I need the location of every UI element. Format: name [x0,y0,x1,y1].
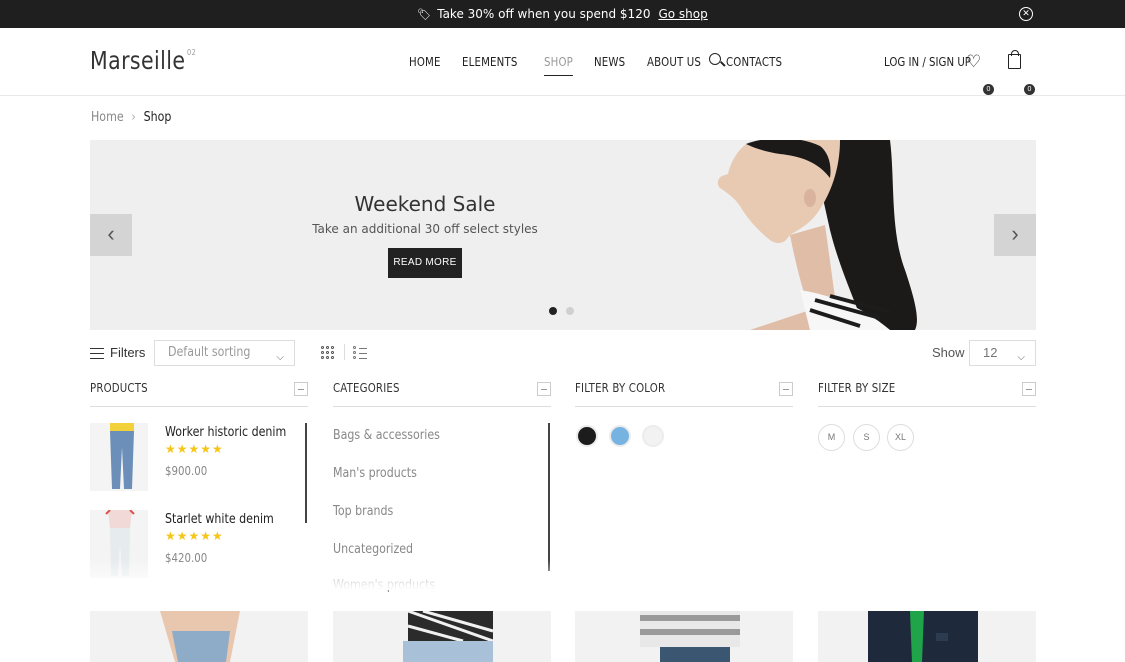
promo-link[interactable]: Go shop [658,7,707,21]
size-option-s[interactable]: S [853,424,880,451]
color-swatch-blue[interactable] [609,425,631,447]
sliders-icon [90,347,104,359]
color-filter-widget: FILTER BY COLOR [575,380,793,447]
next-slide-button[interactable]: › [994,214,1036,256]
chevron-right-icon: › [131,110,136,125]
product-card-image [403,611,494,662]
category-link[interactable]: Uncategorized [333,542,413,557]
chevron-left-icon: ‹ [107,221,115,246]
search-icon[interactable] [709,53,726,69]
chevron-down-icon: ⌵ [276,352,284,363]
scrollbar[interactable] [305,423,307,523]
logo[interactable]: Marseille 02 [90,46,196,75]
slider-dots [549,307,574,315]
hero-subtitle: Take an additional 30 off select styles [312,222,538,236]
color-swatch-white[interactable] [642,425,664,447]
nav-about-us[interactable]: ABOUT US [647,55,701,76]
show-label: Show [932,345,965,360]
product-card-image [868,611,978,662]
widget-header: FILTER BY COLOR [575,380,793,407]
widget-title: FILTER BY SIZE [818,381,896,395]
widget-title: CATEGORIES [333,381,400,395]
product-card-image [160,611,240,662]
grid-view-icon[interactable] [321,346,334,359]
divider [344,344,345,360]
star-rating-icon: ★★★★★ [165,442,224,456]
size-filter-widget: FILTER BY SIZE M S XL [818,380,1036,451]
color-swatch-black[interactable] [576,425,598,447]
categories-widget: CATEGORIES Bags & accessories Man's prod… [333,380,551,593]
read-more-button[interactable]: READ MORE [388,248,462,278]
widget-title: PRODUCTS [90,381,148,395]
slide-dot-2[interactable] [566,307,574,315]
product-card[interactable] [333,611,551,662]
per-page-select[interactable]: 12 ⌵ [969,340,1036,366]
star-rating-icon: ★★★★★ [165,529,224,543]
product-name[interactable]: Starlet white denim [165,512,274,527]
site-header: Marseille 02 HOME ELEMENTS SHOP NEWS ABOU… [0,28,1125,96]
filter-panel-fade [90,560,1036,590]
collapse-icon[interactable] [537,382,551,396]
promo-bar: 🏷 Take 30% off when you spend $120 Go sh… [0,0,1125,28]
breadcrumb-current: Shop [143,110,172,125]
widget-header: PRODUCTS [90,380,308,407]
nav-shop[interactable]: SHOP [543,55,573,76]
product-card[interactable] [90,611,308,662]
close-icon[interactable]: ✕ [1019,7,1033,21]
widget-header: FILTER BY SIZE [818,380,1036,407]
breadcrumb-home[interactable]: Home [91,110,124,125]
breadcrumb: Home › Shop [91,110,171,125]
product-price: $900.00 [165,464,208,478]
sort-select[interactable]: Default sorting ⌵ [154,340,295,366]
tag-icon: 🏷 [417,7,432,21]
product-card[interactable] [575,611,793,662]
hero-slider: Weekend Sale Take an additional 30 off s… [90,140,1036,330]
filters-toggle[interactable]: Filters [90,345,145,360]
category-link[interactable]: Bags & accessories [333,428,440,443]
login-signup-link[interactable]: LOG IN / SIGN UP [884,55,971,69]
nav-news[interactable]: NEWS [594,55,625,76]
slide-dot-1[interactable] [549,307,557,315]
main-nav: HOME ELEMENTS SHOP NEWS ABOUT US CONTACT… [409,55,808,76]
category-link[interactable]: Top brands [333,504,393,519]
product-name[interactable]: Worker historic denim [165,425,286,440]
chevron-down-icon: ⌵ [1017,352,1025,363]
per-page-value: 12 [983,345,998,360]
category-link[interactable]: Man's products [333,466,417,481]
products-widget: PRODUCTS Worker historic denim ★★★★★ $90… [90,380,308,578]
cart-count-badge: 0 [1024,84,1035,95]
nav-elements[interactable]: ELEMENTS [462,55,518,76]
list-view-icon[interactable] [353,346,367,359]
chevron-right-icon: › [1011,221,1019,246]
collapse-icon[interactable] [779,382,793,396]
size-option-xl[interactable]: XL [887,424,914,451]
collapse-icon[interactable] [1022,382,1036,396]
size-option-m[interactable]: M [818,424,845,451]
nav-contacts[interactable]: CONTACTS [726,55,782,76]
nav-home[interactable]: HOME [409,55,441,76]
product-card-image [640,611,740,662]
product-thumbnail [90,423,148,491]
product-item[interactable]: Worker historic denim ★★★★★ $900.00 [90,423,300,491]
scrollbar[interactable] [548,423,550,571]
collapse-icon[interactable] [294,382,308,396]
widget-title: FILTER BY COLOR [575,381,666,395]
cart-icon[interactable] [1008,50,1021,69]
prev-slide-button[interactable]: ‹ [90,214,132,256]
widget-header: CATEGORIES [333,380,551,407]
wishlist-count-badge: 0 [983,84,994,95]
sort-value: Default sorting [168,345,251,360]
product-card[interactable] [818,611,1036,662]
wishlist-icon[interactable]: ♡ [966,53,981,70]
filters-label: Filters [110,345,146,360]
promo-text: Take 30% off when you spend $120 [437,7,651,21]
hero-title: Weekend Sale [354,192,496,216]
